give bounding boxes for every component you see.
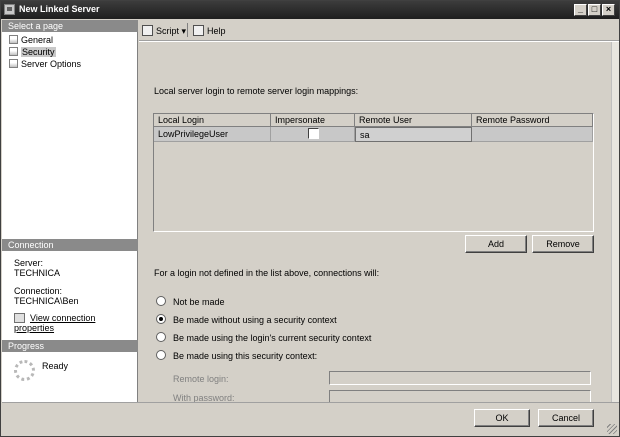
progress-header: Progress bbox=[2, 340, 138, 352]
connection-header: Connection bbox=[2, 239, 138, 251]
new-linked-server-window: New Linked Server _ □ × Select a page Ge… bbox=[0, 0, 620, 437]
connection-value: TECHNICA\Ben bbox=[14, 296, 79, 306]
view-connection-properties-label: View connection properties bbox=[14, 313, 96, 333]
add-button[interactable]: Add bbox=[465, 235, 527, 253]
column-header-impersonate[interactable]: Impersonate bbox=[271, 114, 355, 127]
close-button[interactable]: × bbox=[602, 4, 615, 16]
cell-remote-user[interactable]: sa bbox=[355, 127, 472, 142]
toolbar-separator bbox=[187, 23, 188, 37]
radio-not-be-made[interactable] bbox=[156, 296, 166, 306]
column-header-local-login[interactable]: Local Login bbox=[154, 114, 271, 127]
main-pane: Script ▾ Help Local server login to remo… bbox=[139, 20, 619, 404]
progress-spinner-icon bbox=[14, 360, 35, 381]
window-icon bbox=[4, 4, 15, 15]
option-label-not-be-made[interactable]: Not be made bbox=[173, 297, 225, 307]
script-label: Script bbox=[156, 26, 180, 36]
mappings-label: Local server login to remote server logi… bbox=[154, 86, 359, 96]
minimize-button[interactable]: _ bbox=[574, 4, 587, 16]
page-icon bbox=[9, 59, 18, 68]
option-label-login-current-context[interactable]: Be made using the login's current securi… bbox=[173, 333, 371, 343]
sidebar-item-label: General bbox=[21, 35, 54, 45]
dropdown-arrow-icon: ▾ bbox=[181, 26, 187, 36]
page-icon bbox=[9, 35, 18, 44]
cell-remote-password[interactable] bbox=[472, 127, 593, 142]
page-icon bbox=[9, 47, 18, 56]
toolbar: Script ▾ Help bbox=[139, 20, 619, 41]
connection-label: Connection: bbox=[14, 286, 63, 296]
security-page: Local server login to remote server logi… bbox=[139, 42, 611, 404]
remote-login-input[interactable] bbox=[329, 371, 591, 385]
remove-button[interactable]: Remove bbox=[532, 235, 594, 253]
select-page-header: Select a page bbox=[2, 20, 138, 32]
sidebar-item-security[interactable]: Security bbox=[9, 47, 56, 58]
sidebar-item-general[interactable]: General bbox=[9, 35, 53, 46]
server-label: Server: bbox=[14, 258, 44, 268]
vertical-scrollbar[interactable] bbox=[611, 42, 619, 402]
login-mappings-grid[interactable]: Local Login Impersonate Remote User Remo… bbox=[153, 113, 594, 232]
option-label-this-security-context[interactable]: Be made using this security context: bbox=[173, 351, 317, 361]
help-label: Help bbox=[207, 26, 226, 36]
title-bar: New Linked Server _ □ × bbox=[1, 1, 619, 19]
maximize-button[interactable]: □ bbox=[588, 4, 601, 16]
help-button[interactable]: Help bbox=[193, 25, 226, 36]
sidebar-item-label: Server Options bbox=[21, 59, 82, 69]
cancel-button[interactable]: Cancel bbox=[538, 409, 594, 427]
progress-status: Ready bbox=[42, 361, 69, 371]
sidebar-item-server-options[interactable]: Server Options bbox=[9, 59, 81, 70]
help-icon bbox=[193, 25, 204, 36]
not-defined-label: For a login not defined in the list abov… bbox=[154, 268, 380, 278]
option-label-without-security-context[interactable]: Be made without using a security context bbox=[173, 315, 337, 325]
dialog-footer: OK Cancel bbox=[2, 402, 619, 436]
impersonate-checkbox[interactable] bbox=[308, 128, 319, 139]
connection-properties-icon bbox=[14, 313, 25, 323]
cell-local-login[interactable]: LowPrivilegeUser bbox=[154, 127, 271, 142]
script-icon bbox=[142, 25, 153, 36]
server-value: TECHNICA bbox=[14, 268, 61, 278]
window-title: New Linked Server bbox=[19, 4, 100, 14]
radio-this-security-context[interactable] bbox=[156, 350, 166, 360]
radio-without-security-context[interactable] bbox=[156, 314, 166, 324]
sidebar-item-label: Security bbox=[21, 47, 56, 57]
remote-login-label: Remote login: bbox=[173, 374, 229, 384]
page-selector-pane: Select a page General Security Server Op… bbox=[2, 20, 138, 402]
ok-button[interactable]: OK bbox=[474, 409, 530, 427]
column-header-remote-password[interactable]: Remote Password bbox=[472, 114, 593, 127]
view-connection-properties-link[interactable]: View connection properties bbox=[14, 313, 137, 333]
resize-grip-icon[interactable] bbox=[607, 424, 617, 434]
script-button[interactable]: Script ▾ bbox=[142, 25, 186, 37]
column-header-remote-user[interactable]: Remote User bbox=[355, 114, 472, 127]
radio-login-current-context[interactable] bbox=[156, 332, 166, 342]
cell-impersonate[interactable] bbox=[271, 127, 355, 142]
